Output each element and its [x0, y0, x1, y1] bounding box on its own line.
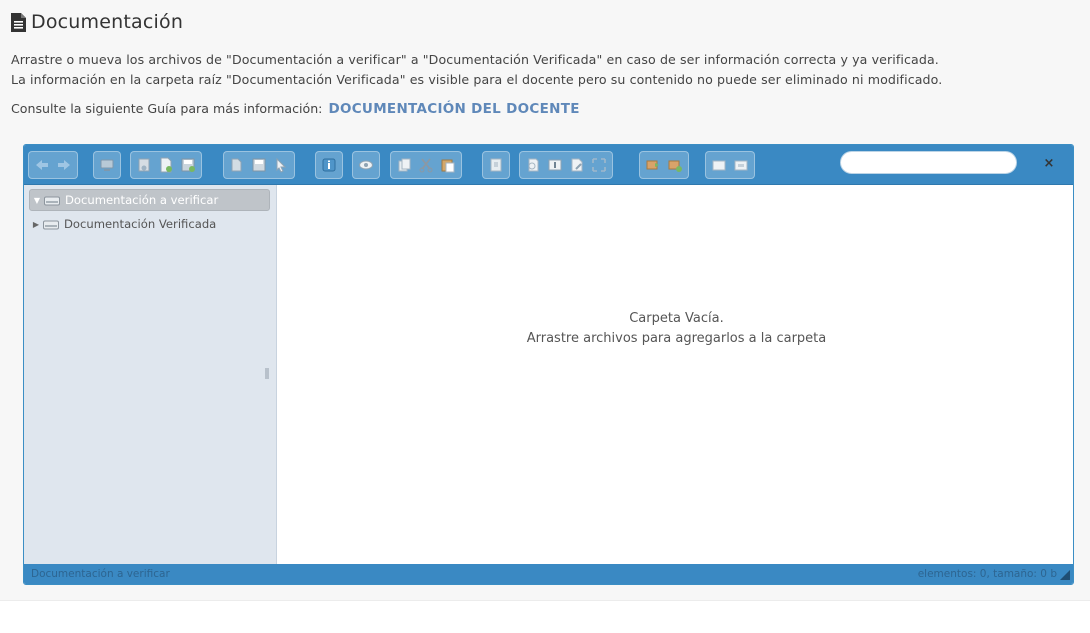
open-icon — [231, 158, 242, 172]
archive-icon — [490, 158, 502, 172]
document-icon — [11, 12, 26, 32]
rename-icon — [548, 159, 562, 171]
toolbar-group-modify — [519, 151, 613, 179]
edit-button[interactable] — [567, 155, 587, 175]
toolbar-group-archive — [482, 151, 510, 179]
tree-item-documentacion-verificada[interactable]: ▶ Documentación Verificada — [29, 213, 270, 235]
tree-item-documentacion-a-verificar[interactable]: ▼ Documentación a verificar — [29, 189, 270, 211]
page-title-text: Documentación — [31, 11, 184, 33]
toolbar-group-edit — [223, 151, 295, 179]
tree-item-label: Documentación Verificada — [64, 217, 217, 231]
info-icon — [322, 158, 336, 172]
compress-icon — [668, 160, 682, 172]
list-icon — [734, 160, 748, 171]
save-button[interactable] — [178, 155, 198, 175]
toolbar-group-extract — [639, 151, 689, 179]
empty-message-line-2: Arrastre archivos para agregarlos a la c… — [526, 331, 827, 346]
back-button[interactable] — [32, 155, 52, 175]
archive-button[interactable] — [486, 155, 506, 175]
page-title: Documentación — [11, 11, 183, 33]
select-button[interactable] — [271, 155, 291, 175]
status-info: elementos: 0, tamaño: 0 b — [917, 568, 1057, 580]
chevron-right-icon[interactable]: ▶ — [31, 220, 41, 229]
back-icon — [36, 160, 48, 170]
toolbar-group-home — [93, 151, 121, 179]
new-file-button[interactable] — [156, 155, 176, 175]
description-line-2: La información en la carpeta raíz "Docum… — [11, 72, 943, 87]
guide-label: Consulte la siguiente Guía para más info… — [11, 101, 323, 116]
status-bar: Documentación a verificar elementos: 0, … — [24, 564, 1073, 584]
new-file-icon — [160, 157, 172, 173]
forward-button[interactable] — [54, 155, 74, 175]
guide-link[interactable]: DOCUMENTACIÓN DEL DOCENTE — [328, 101, 579, 117]
paste-icon — [441, 159, 455, 173]
toolbar-group-view — [705, 151, 755, 179]
toolbar-group-info — [315, 151, 343, 179]
tree-item-label: Documentación a verificar — [65, 193, 219, 207]
copy-button[interactable] — [394, 155, 414, 175]
duplicate-button[interactable] — [523, 155, 543, 175]
preview-button[interactable] — [356, 155, 376, 175]
drive-icon — [43, 220, 59, 230]
toolbar-group-nav — [28, 151, 78, 179]
reload-icon — [138, 158, 150, 172]
extract-icon — [646, 160, 659, 170]
reload-button[interactable] — [134, 155, 154, 175]
cut-icon — [419, 158, 433, 173]
save-as-icon — [252, 158, 266, 172]
toolbar-group-file — [130, 151, 202, 179]
home-icon — [100, 159, 114, 171]
forward-icon — [58, 160, 70, 170]
resize-grip-icon[interactable] — [1060, 570, 1070, 580]
extract-button[interactable] — [643, 155, 663, 175]
resize-icon — [592, 158, 606, 172]
guide-text: Consulte la siguiente Guía para más info… — [11, 99, 580, 119]
page-background: Documentación Arrastre o mueva los archi… — [0, 0, 1090, 600]
search-input[interactable] — [840, 151, 1017, 174]
rename-button[interactable] — [545, 155, 565, 175]
select-icon — [276, 157, 287, 173]
file-manager-toolbar: × — [24, 145, 1073, 185]
toolbar-group-preview — [352, 151, 380, 179]
view-button[interactable] — [709, 155, 729, 175]
page-footer-area — [0, 600, 1090, 633]
save-icon — [181, 158, 195, 172]
panel-resize-handle[interactable] — [265, 368, 269, 379]
copy-icon — [398, 158, 411, 172]
empty-message-line-1: Carpeta Vacía. — [629, 311, 724, 326]
toolbar-group-clipboard — [390, 151, 462, 179]
duplicate-icon — [528, 158, 539, 172]
description: Arrastre o mueva los archivos de "Docume… — [11, 50, 942, 90]
file-list-area[interactable]: Carpeta Vacía. Arrastre archivos para ag… — [278, 185, 1073, 564]
paste-button[interactable] — [438, 155, 458, 175]
info-button[interactable] — [319, 155, 339, 175]
folder-tree: ▼ Documentación a verificar ▶ Documentac… — [24, 185, 277, 564]
drive-icon — [44, 196, 60, 206]
view-icon — [712, 160, 726, 171]
cut-button[interactable] — [416, 155, 436, 175]
empty-folder-message: Carpeta Vacía. Arrastre archivos para ag… — [278, 309, 1073, 349]
status-path: Documentación a verificar — [31, 568, 170, 580]
list-button[interactable] — [731, 155, 751, 175]
home-button[interactable] — [97, 155, 117, 175]
description-line-1: Arrastre o mueva los archivos de "Docume… — [11, 52, 939, 67]
compress-button[interactable] — [665, 155, 685, 175]
file-manager: × ▼ Documentación a verificar ▶ Document… — [23, 144, 1074, 585]
edit-icon — [571, 158, 583, 172]
preview-icon — [359, 160, 373, 170]
resize-button[interactable] — [589, 155, 609, 175]
chevron-down-icon[interactable]: ▼ — [32, 196, 42, 205]
close-button[interactable]: × — [1042, 157, 1056, 171]
open-button[interactable] — [227, 155, 247, 175]
save-as-button[interactable] — [249, 155, 269, 175]
